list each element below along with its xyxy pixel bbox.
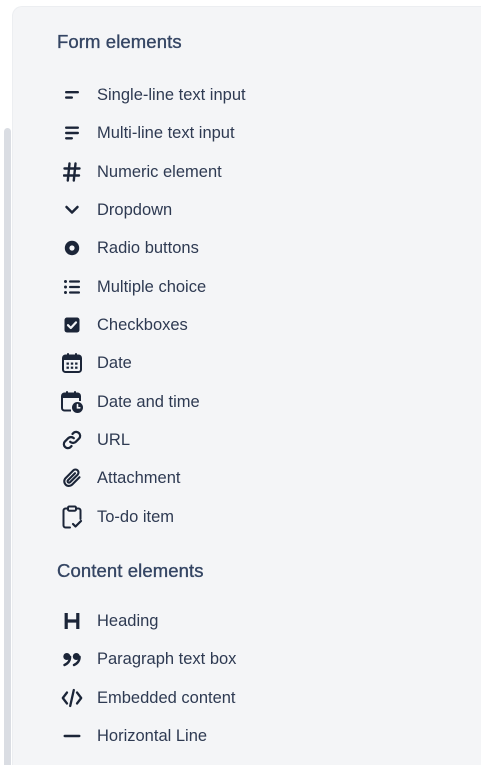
link-icon [57, 425, 87, 455]
element-horizontal-line[interactable]: Horizontal Line [57, 719, 457, 753]
element-label: Paragraph text box [97, 649, 237, 668]
element-attachment[interactable]: Attachment [57, 461, 457, 495]
element-label: Date [97, 353, 132, 372]
element-label: Horizontal Line [97, 726, 208, 745]
element-single-line-text-input[interactable]: Single-line text input [57, 78, 457, 112]
scrollbar-track[interactable] [4, 128, 11, 765]
element-date[interactable]: Date [57, 346, 457, 380]
element-heading[interactable]: Heading [57, 604, 457, 638]
checkbox-icon [57, 310, 87, 340]
chevron-down-icon [57, 195, 87, 225]
element-to-do-item[interactable]: To-do item [57, 500, 457, 534]
short-text-icon [57, 80, 87, 110]
element-label: Single-line text input [97, 85, 246, 104]
element-numeric[interactable]: Numeric element [57, 155, 457, 189]
element-checkboxes[interactable]: Checkboxes [57, 308, 457, 342]
element-embedded-content[interactable]: Embedded content [57, 681, 457, 715]
element-url[interactable]: URL [57, 423, 457, 457]
element-label: Radio buttons [97, 238, 199, 257]
element-label: Multiple choice [97, 277, 207, 296]
element-multiple-choice[interactable]: Multiple choice [57, 270, 457, 304]
element-multi-line-text-input[interactable]: Multi-line text input [57, 116, 457, 150]
elements-panel: Form elements Single-line text input Mul… [12, 6, 481, 765]
paperclip-icon [57, 463, 87, 493]
code-icon [57, 683, 87, 713]
long-text-icon [57, 118, 87, 148]
hash-icon [57, 157, 87, 187]
element-label: Multi-line text input [97, 123, 235, 142]
element-label: Numeric element [97, 162, 222, 181]
radio-icon [57, 233, 87, 263]
element-label: Dropdown [97, 200, 173, 219]
element-label: URL [97, 430, 131, 449]
horizontal-line-icon [57, 721, 87, 751]
calendar-clock-icon [57, 387, 87, 417]
heading-icon [57, 606, 87, 636]
element-label: Attachment [97, 468, 181, 487]
element-label: Checkboxes [97, 315, 188, 334]
content-elements-heading: Content elements [57, 560, 204, 581]
element-label: Heading [97, 611, 159, 630]
calendar-icon [57, 348, 87, 378]
form-elements-heading: Form elements [57, 31, 182, 52]
element-dropdown[interactable]: Dropdown [57, 193, 457, 227]
element-paragraph-text-box[interactable]: Paragraph text box [57, 642, 457, 676]
element-label: Date and time [97, 392, 200, 411]
element-date-and-time[interactable]: Date and time [57, 385, 457, 419]
list-icon [57, 272, 87, 302]
element-label: To-do item [97, 507, 175, 526]
element-radio-buttons[interactable]: Radio buttons [57, 231, 457, 265]
quote-icon [57, 644, 87, 674]
clipboard-check-icon [57, 502, 87, 532]
element-label: Embedded content [97, 688, 236, 707]
